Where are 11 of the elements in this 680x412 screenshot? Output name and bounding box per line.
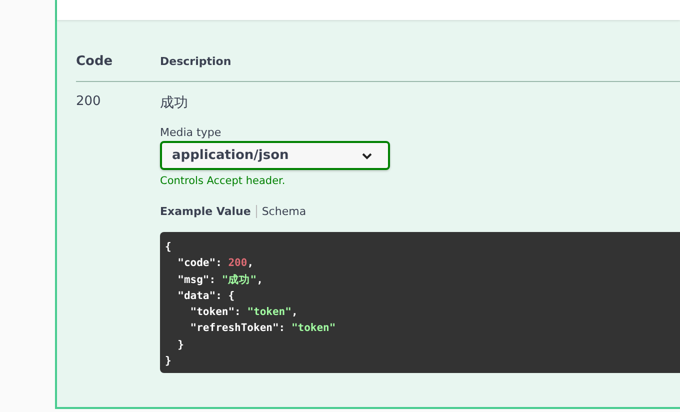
- media-type-dropdown[interactable]: application/json: [160, 141, 390, 170]
- tab[interactable]: Schema: [256, 205, 312, 218]
- caret-icon: [361, 152, 373, 160]
- response-code: 200: [76, 94, 102, 111]
- code-block: { "code": 200, "msg": "成功", "data": { "token": "token", "refreshToken": "token" } }: [160, 232, 680, 373]
- response-description: 成功: [160, 94, 188, 112]
- column-header: Code: [76, 54, 114, 69]
- column-header: Description: [160, 55, 232, 68]
- media-type-hint: Controls Accept header.: [160, 175, 286, 187]
- media-type-label: Media type: [160, 126, 222, 139]
- tab[interactable]: Example Value: [160, 205, 257, 218]
